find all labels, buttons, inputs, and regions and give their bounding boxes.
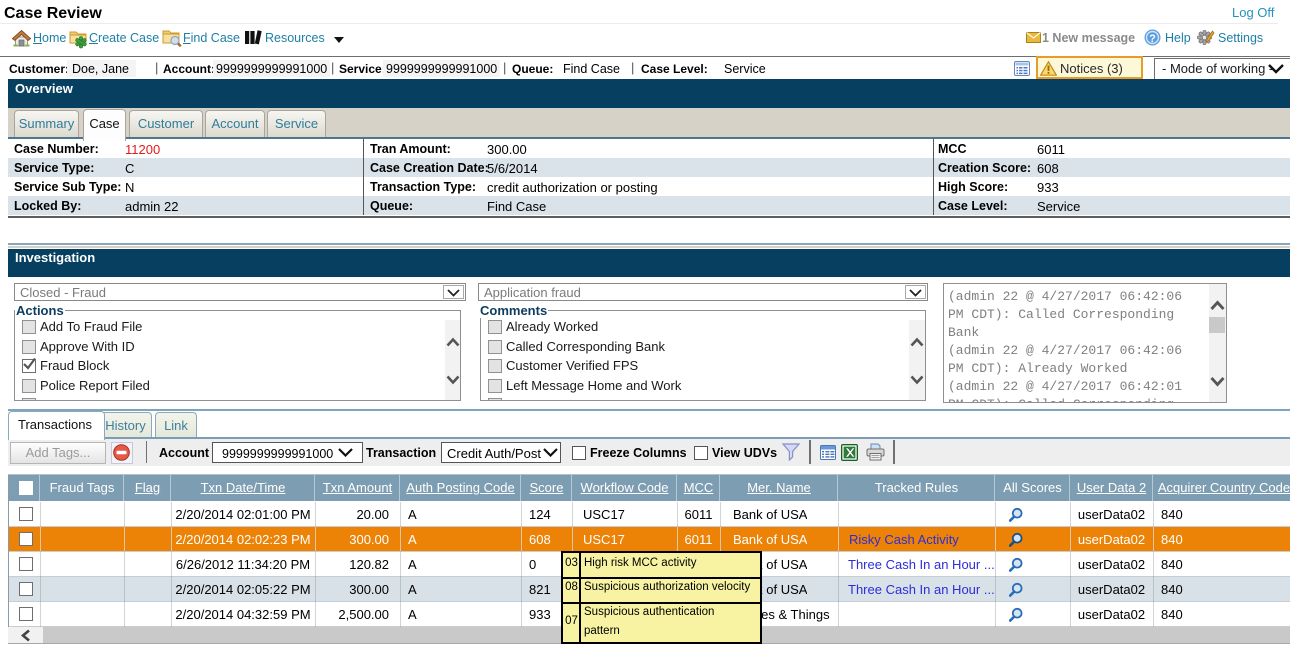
svg-text:?: ? xyxy=(1149,33,1156,45)
